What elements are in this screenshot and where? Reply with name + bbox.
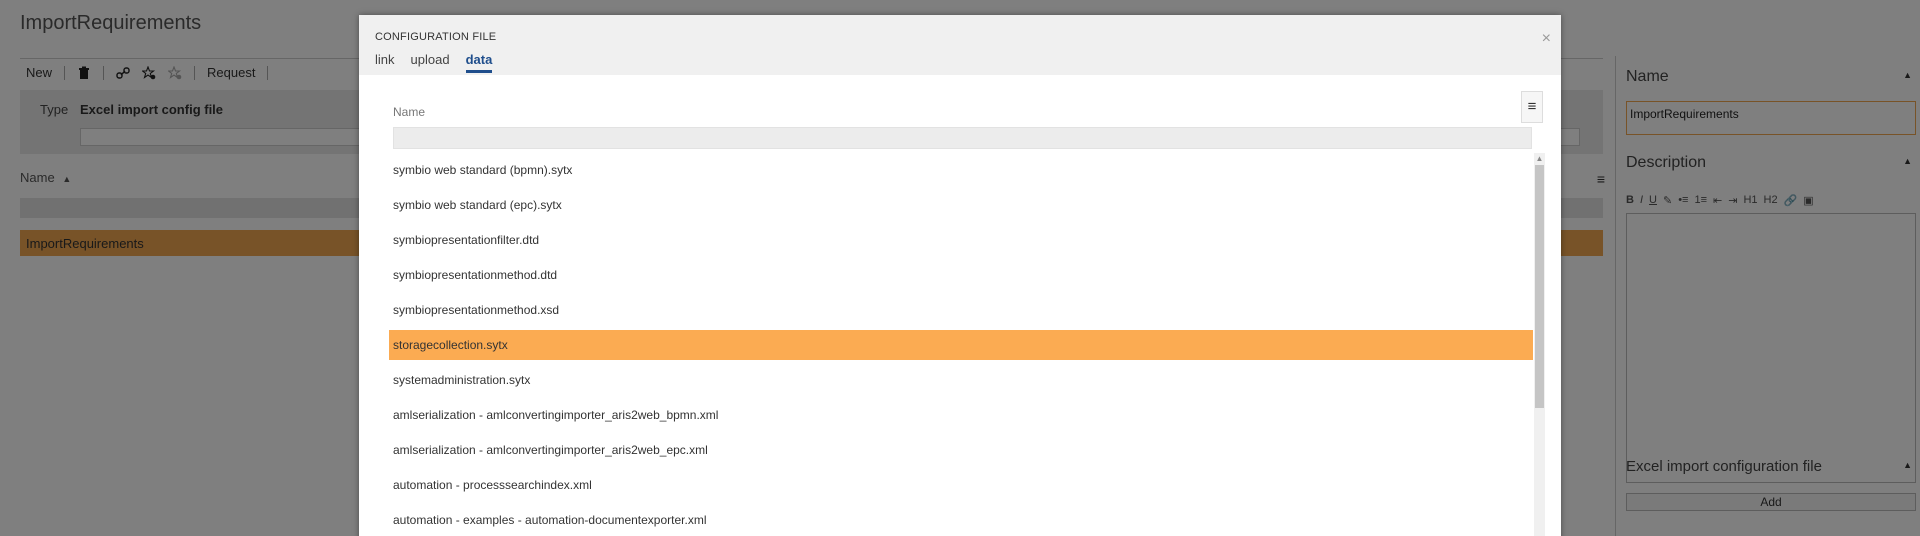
list-item[interactable]: symbiopresentationmethod.xsd [389,295,1533,325]
dialog-tabs: link upload data [375,52,493,73]
list-item[interactable]: amlserialization - amlconvertingimporter… [389,400,1533,430]
list-item[interactable]: symbiopresentationmethod.dtd [389,260,1533,290]
scroll-up-icon[interactable]: ▲ [1534,153,1545,164]
tab-upload[interactable]: upload [411,52,450,73]
close-icon[interactable]: × [1542,30,1551,48]
list-item[interactable]: symbio web standard (bpmn).sytx [389,155,1533,185]
configuration-file-dialog: CONFIGURATION FILE × link upload data Na… [359,15,1561,536]
grid-header[interactable]: Name ⌄ [393,95,1543,131]
column-header-name[interactable]: Name [393,105,425,119]
file-list: symbio web standard (bpmn).sytx symbio w… [389,155,1533,536]
list-item[interactable]: symbio web standard (epc).sytx [389,190,1533,220]
list-item[interactable]: automation - processsearchindex.xml [389,470,1533,500]
list-item-selected[interactable]: storagecollection.sytx [389,330,1533,360]
dialog-header: CONFIGURATION FILE × link upload data [359,15,1561,75]
column-menu-icon[interactable]: ≡ [1521,91,1543,123]
grid-filter-input[interactable] [393,127,1532,149]
tab-data[interactable]: data [465,52,493,73]
list-item[interactable]: amlserialization - amlconvertingimporter… [389,435,1533,465]
scrollbar-thumb[interactable] [1535,165,1544,408]
list-item[interactable]: systemadministration.sytx [389,365,1533,395]
tab-link[interactable]: link [375,52,395,73]
list-item[interactable]: symbiopresentationfilter.dtd [389,225,1533,255]
list-item[interactable]: automation - examples - automation-docum… [389,505,1533,535]
vertical-scrollbar[interactable]: ▲ [1534,153,1545,536]
dialog-title: CONFIGURATION FILE [375,31,497,43]
